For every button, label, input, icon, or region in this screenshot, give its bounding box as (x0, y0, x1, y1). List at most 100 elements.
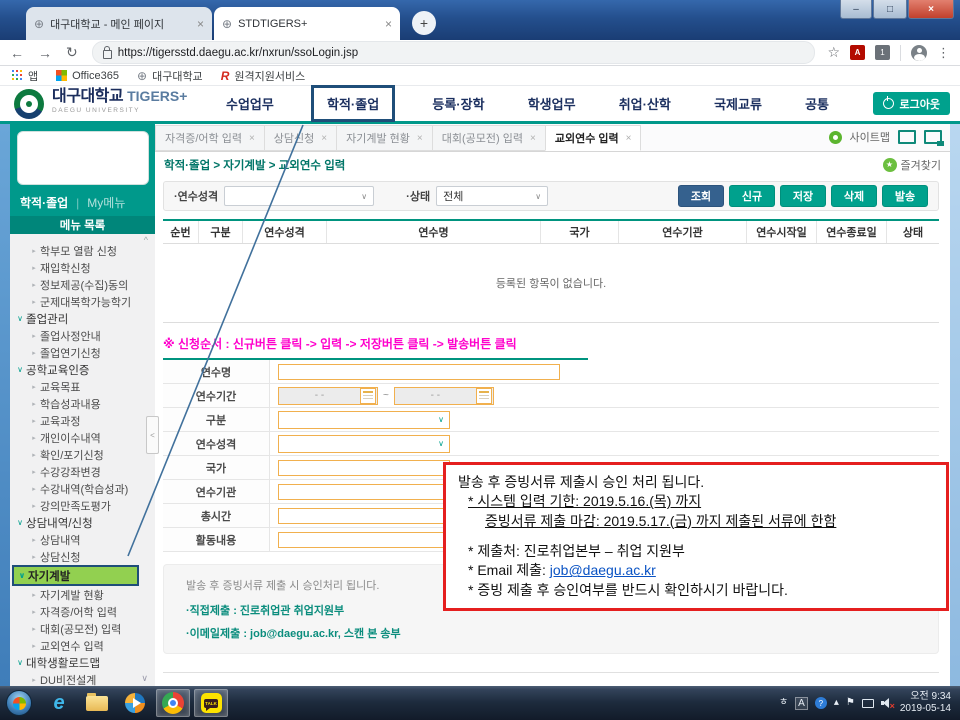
collapse-up-icon[interactable]: ^ (144, 235, 148, 245)
calendar-icon[interactable] (476, 388, 492, 404)
sidebar-menu-item[interactable]: ▸ 확인/포기신청 (10, 446, 155, 463)
show-hidden-icons[interactable]: ▴ (834, 698, 839, 708)
close-icon[interactable]: × (385, 17, 392, 31)
favorite-button[interactable]: ★ 즐겨찾기 (883, 157, 941, 173)
sidebar-menu-item[interactable]: ▸ 대회(공모전) 입력 (10, 620, 155, 637)
taskbar-chrome-icon[interactable] (156, 689, 190, 717)
close-icon[interactable]: × (249, 133, 255, 144)
sidebar-menu-item[interactable]: ▸ 자격증/어학 입력 (10, 603, 155, 620)
sidebar-menu-item[interactable]: ∨ 공학교육인증 (10, 361, 155, 378)
category-select[interactable]: ∨ (278, 411, 450, 429)
network-icon[interactable] (862, 699, 874, 708)
browser-menu-icon[interactable]: ⋮ (937, 45, 950, 61)
ime-english-indicator[interactable]: A (795, 697, 808, 710)
sidebar-menu-item[interactable]: ▸ 상담신청 (10, 548, 155, 565)
taskbar-explorer-icon[interactable] (80, 689, 114, 717)
bookmark-apps[interactable]: 앱 (12, 68, 38, 84)
ime-help-icon[interactable]: ? (815, 697, 827, 709)
start-button[interactable] (6, 690, 32, 716)
window-cascade-icon[interactable] (924, 130, 942, 144)
email-link[interactable]: job@daegu.ac.kr (550, 562, 656, 578)
total-hours-input[interactable] (278, 508, 450, 524)
window-close-button[interactable]: × (908, 0, 954, 19)
taskbar-kakaotalk-icon[interactable]: TALK (194, 689, 228, 717)
sidebar-menu-item[interactable]: ▸ 자기계발 현황 (10, 586, 155, 603)
bookmark-daegu-univ[interactable]: ⊕ 대구대학교 (137, 68, 203, 84)
header-nav-item[interactable]: 등록·장학 (426, 90, 490, 117)
sidebar-menu-item[interactable]: ▸ 졸업사정안내 (10, 327, 155, 344)
header-nav-item[interactable]: 취업·산학 (613, 90, 677, 117)
sidebar-tab-mymenu[interactable]: My메뉴 (87, 194, 125, 211)
close-icon[interactable]: × (321, 133, 327, 144)
header-nav-item[interactable]: 학적·졸업 (311, 85, 395, 122)
forward-icon[interactable]: → (38, 45, 52, 61)
sidebar-menu-item[interactable]: ∨ 졸업관리 (10, 310, 155, 327)
taskbar-clock[interactable]: 오전 9:34 2019-05-14 (900, 691, 951, 715)
sidebar-menu-item[interactable]: ∨ 대학생활로드맵 (10, 654, 155, 671)
action-button[interactable]: 조회 (678, 185, 724, 207)
header-nav-item[interactable]: 수업업무 (220, 90, 280, 117)
sidebar-menu-item[interactable]: ▸ 정보제공(수집)동의 (10, 276, 155, 293)
sidebar-menu-item[interactable]: ∨ 자기계발 (12, 565, 139, 586)
calendar-icon[interactable] (360, 388, 376, 404)
sidebar-menu-item[interactable]: ▸ 학부모 열람 신청 (10, 242, 155, 259)
mdi-tab[interactable]: 자격증/어학 입력 × (155, 125, 265, 151)
mdi-tab[interactable]: 대회(공모전) 입력 × (432, 125, 546, 151)
browser-tab-inactive[interactable]: ⊕ 대구대학교 - 메인 페이지 × (26, 7, 212, 40)
sidebar-tab-academic[interactable]: 학적·졸업 (20, 194, 68, 211)
sidebar-menu-item[interactable]: ▸ 재입학신청 (10, 259, 155, 276)
action-button[interactable]: 삭제 (831, 185, 877, 207)
pdf-extension-icon[interactable]: A (850, 45, 865, 60)
url-text[interactable]: https://tigersstd.daegu.ac.kr/nxrun/ssoL… (118, 47, 358, 59)
sidebar-menu-item[interactable]: ▸ 교육목표 (10, 378, 155, 395)
logout-button[interactable]: 로그아웃 (873, 92, 950, 115)
site-logo[interactable]: 대구대학교TIGERS+ DAEGU UNIVERSITY (52, 89, 187, 115)
activity-input[interactable] (278, 532, 450, 548)
start-date-input[interactable]: - - (278, 387, 378, 405)
sidebar-menu-item[interactable]: ▸ 학습성과내용 (10, 395, 155, 412)
sidebar-menu-item[interactable]: ▸ 졸업연기신청 (10, 344, 155, 361)
header-nav-item[interactable]: 국제교류 (708, 90, 768, 117)
sitemap-label[interactable]: 사이트맵 (850, 129, 890, 145)
window-layout-icon[interactable] (898, 130, 916, 144)
window-maximize-button[interactable]: □ (873, 0, 907, 19)
ime-korean-indicator[interactable]: ㅎ (779, 698, 788, 708)
end-date-input[interactable]: - - (394, 387, 494, 405)
bookmark-star-icon[interactable]: ☆ (827, 44, 840, 61)
extension-icon[interactable]: 1 (875, 45, 890, 60)
address-bar[interactable]: https://tigersstd.daegu.ac.kr/nxrun/ssoL… (92, 41, 816, 64)
sidebar-menu-item[interactable]: ▸ 강의만족도평가 (10, 497, 155, 514)
sidebar-menu-item[interactable]: ▸ 교외연수 입력 (10, 637, 155, 654)
sidebar-menu-item[interactable]: ▸ 개인이수내역 (10, 429, 155, 446)
nature-select[interactable]: ∨ (224, 186, 374, 206)
sidebar-collapse-handle[interactable]: < (146, 416, 159, 454)
status-select[interactable]: 전체 ∨ (436, 186, 548, 206)
browser-tab-active[interactable]: ⊕ STDTIGERS+ × (214, 7, 400, 40)
reload-icon[interactable]: ↻ (66, 44, 78, 61)
close-icon[interactable]: × (530, 133, 536, 144)
close-icon[interactable]: × (417, 133, 423, 144)
new-tab-button[interactable]: + (412, 11, 436, 35)
scroll-down-icon[interactable]: ∨ (141, 673, 148, 684)
mdi-tab[interactable]: 자기계발 현황 × (336, 125, 433, 151)
taskbar-ie-icon[interactable]: e (42, 689, 76, 717)
country-input[interactable] (278, 460, 450, 476)
close-icon[interactable]: × (197, 17, 204, 31)
agency-input[interactable] (278, 484, 450, 500)
profile-avatar-icon[interactable] (911, 45, 927, 61)
bookmark-office365[interactable]: Office365 (56, 70, 119, 82)
nature-form-select[interactable]: ∨ (278, 435, 450, 453)
mdi-tab[interactable]: 교외연수 입력 × (545, 125, 642, 151)
sidebar-menu-item[interactable]: ▸ 수강강좌변경 (10, 463, 155, 480)
training-name-input[interactable] (278, 364, 560, 380)
sidebar-menu-item[interactable]: ▸ 상담내역 (10, 531, 155, 548)
mdi-tab[interactable]: 상담신청 × (264, 125, 337, 151)
sidebar-menu-item[interactable]: ▸ 군제대복학가능학기 (10, 293, 155, 310)
sidebar-menu-item[interactable]: ▸ DU비전설계 (10, 671, 155, 686)
action-button[interactable]: 발송 (882, 185, 928, 207)
action-button[interactable]: 저장 (780, 185, 826, 207)
header-nav-item[interactable]: 공통 (799, 90, 835, 117)
volume-muted-icon[interactable]: × (881, 698, 893, 708)
close-icon[interactable]: × (626, 133, 632, 144)
sidebar-menu-item[interactable]: ▸ 교육과정 (10, 412, 155, 429)
